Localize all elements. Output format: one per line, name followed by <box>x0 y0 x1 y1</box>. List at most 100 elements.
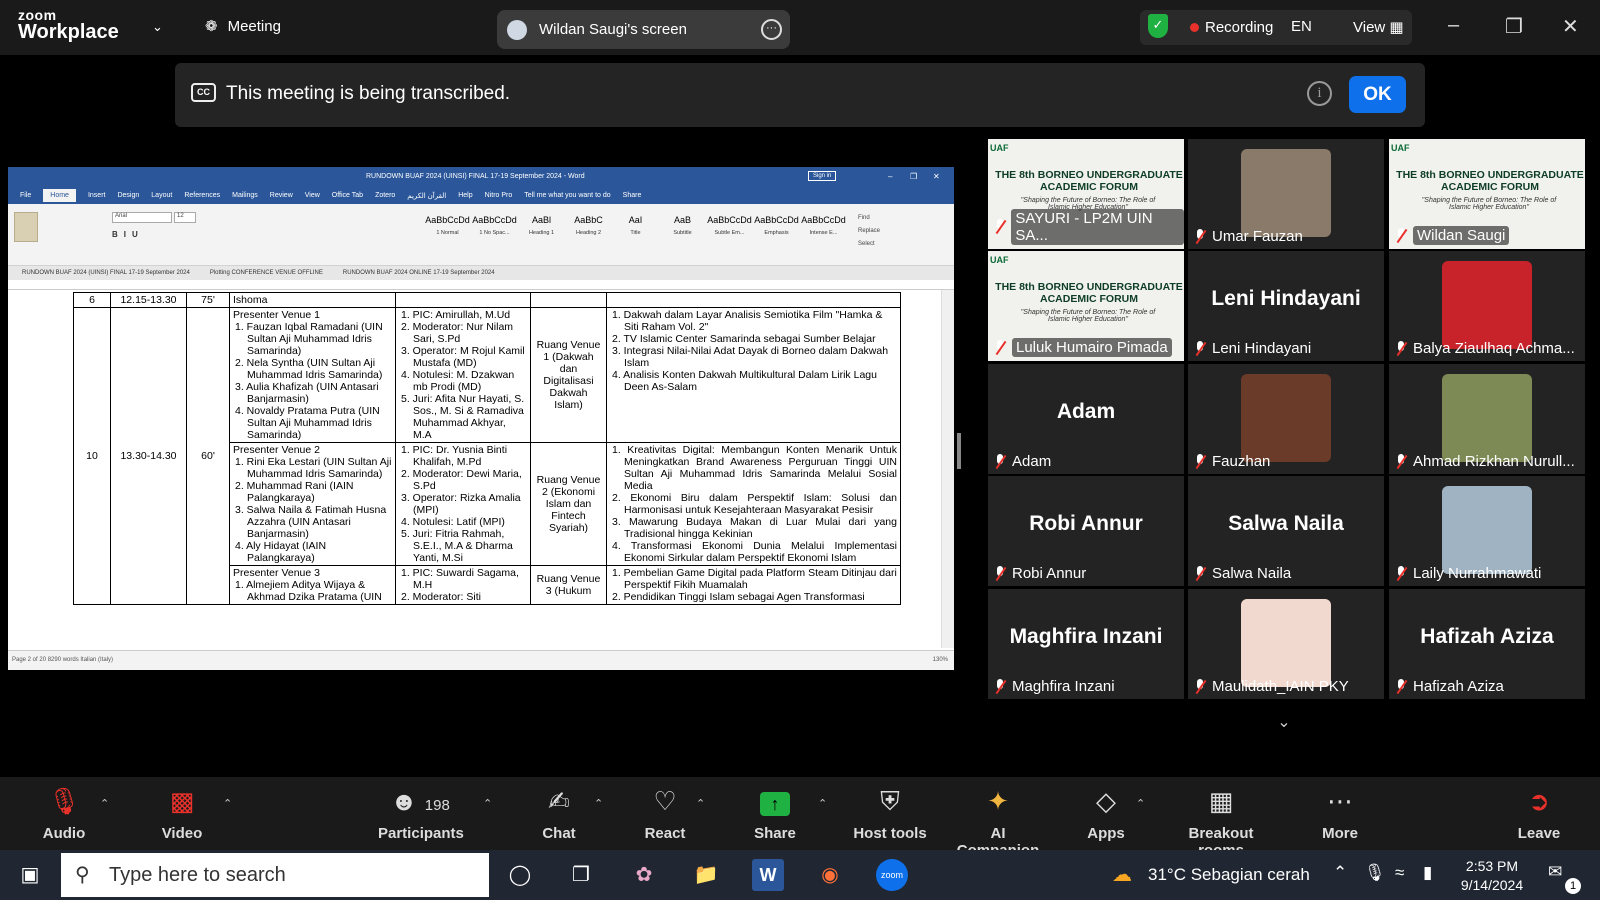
word-tab[interactable]: Home <box>43 189 76 202</box>
word-tab[interactable]: Review <box>270 192 293 199</box>
font-family-select[interactable]: Arial <box>112 212 172 223</box>
sign-in-button[interactable]: Sign in <box>808 171 837 181</box>
taskbar-search[interactable]: ⚲ Type here to search <box>61 853 489 897</box>
word-tab[interactable]: Office Tab <box>332 192 363 199</box>
notification-icon[interactable]: ✉ <box>1548 862 1562 882</box>
style-item[interactable]: AaBbCcDd Intense E... <box>800 210 847 242</box>
style-item[interactable]: AaBbCcDd 1 Normal <box>424 210 471 242</box>
wifi-icon[interactable]: ≈ <box>1395 863 1404 883</box>
cortana-icon[interactable]: ◯ <box>504 859 536 891</box>
style-item[interactable]: AaBbCcDd Subtle Em... <box>706 210 753 242</box>
apps-button[interactable]: ◇ Apps <box>1086 777 1126 850</box>
participant-tile[interactable]: Robi Annur Robi Annur <box>988 476 1184 586</box>
style-item[interactable]: AaBl Heading 1 <box>518 210 565 242</box>
ok-button[interactable]: OK <box>1349 76 1406 113</box>
share-button[interactable]: ↑ Share <box>752 777 798 850</box>
document-tab[interactable]: RUNDOWN BUAF 2024 ONLINE 17-19 September… <box>343 270 495 276</box>
word-tab[interactable]: القرآن الكريم <box>407 192 446 200</box>
task-view-icon[interactable]: ❐ <box>565 859 597 891</box>
app-icon[interactable]: ✿ <box>628 859 660 891</box>
word-tab[interactable]: Design <box>117 192 139 199</box>
style-item[interactable]: AaB Subtitle <box>659 210 706 242</box>
select-button[interactable]: Select <box>858 238 880 251</box>
share-options-caret[interactable]: ⌃ <box>818 797 827 810</box>
word-tab[interactable]: File <box>20 192 31 199</box>
minimize-icon[interactable]: – <box>1448 14 1459 37</box>
close-icon[interactable]: ✕ <box>1562 14 1579 39</box>
ai-companion-button[interactable]: ✦AI Companion <box>948 777 1048 859</box>
style-item[interactable]: AaI Title <box>612 210 659 242</box>
word-tab[interactable]: References <box>184 192 220 199</box>
participant-tile[interactable]: Fauzhan <box>1188 364 1384 474</box>
word-tab[interactable]: Nitro Pro <box>485 192 513 199</box>
zoom-level[interactable]: 130% <box>933 657 948 663</box>
paste-icon[interactable] <box>14 212 38 242</box>
style-item[interactable]: AaBbC Heading 2 <box>565 210 612 242</box>
more-button[interactable]: ⋯ More <box>1320 777 1360 850</box>
participant-tile[interactable]: Laily Nurrahmawati <box>1389 476 1585 586</box>
chat-button[interactable]: ✍ Chat <box>535 777 583 850</box>
clock[interactable]: 2:53 PM 9/14/2024 <box>1457 857 1527 895</box>
react-options-caret[interactable]: ⌃ <box>696 797 705 810</box>
info-icon[interactable]: i <box>1307 81 1332 106</box>
word-close-icon[interactable]: ✕ <box>933 172 940 181</box>
leave-button[interactable]: ➲ Leave <box>1517 777 1561 850</box>
breakout-rooms-button[interactable]: ▦Breakout rooms <box>1166 777 1276 859</box>
participant-tile[interactable]: Maghfira Inzani Maghfira Inzani <box>988 589 1184 699</box>
vertical-scrollbar[interactable] <box>941 290 954 648</box>
word-tab[interactable]: Help <box>458 192 472 199</box>
find-button[interactable]: Find <box>858 212 880 225</box>
document-tab[interactable]: Plotting CONFERENCE VENUE OFFLINE <box>210 270 323 276</box>
word-restore-icon[interactable]: ❐ <box>910 172 917 181</box>
video-options-caret[interactable]: ⌃ <box>223 797 232 810</box>
splitter-handle[interactable] <box>957 433 961 469</box>
screen-share-pill[interactable]: Wildan Saugi's screen ··· <box>497 10 790 49</box>
participant-tile[interactable]: Salwa Naila Salwa Naila <box>1188 476 1384 586</box>
zoom-app-icon[interactable]: zoom <box>876 859 908 891</box>
audio-button[interactable]: 🎙 Audio <box>38 777 90 850</box>
participant-tile[interactable]: UAF THE 8th BORNEO UNDERGRADUATE ACADEMIC… <box>988 139 1184 249</box>
participant-tile[interactable]: Maulidath_IAIN PKY <box>1188 589 1384 699</box>
participant-tile[interactable]: UAF THE 8th BORNEO UNDERGRADUATE ACADEMIC… <box>988 251 1184 361</box>
participant-tile[interactable]: Balya Ziaulhaq Achma... <box>1389 251 1585 361</box>
windows-start-icon[interactable]: ▣ <box>14 859 46 891</box>
language-button[interactable]: EN <box>1291 18 1312 35</box>
participant-tile[interactable]: Hafizah Aziza Hafizah Aziza <box>1389 589 1585 699</box>
meeting-menu[interactable]: ❁ Meeting <box>205 17 281 36</box>
battery-icon[interactable]: ▮ <box>1423 863 1432 883</box>
word-minimize-icon[interactable]: – <box>888 172 892 181</box>
participant-tile[interactable]: Umar Fauzan <box>1188 139 1384 249</box>
participants-options-caret[interactable]: ⌃ <box>483 797 492 810</box>
react-button[interactable]: ♡ React <box>640 777 690 850</box>
word-icon[interactable]: W <box>752 859 784 891</box>
style-item[interactable]: AaBbCcDd 1 No Spac... <box>471 210 518 242</box>
word-tab[interactable]: Zotero <box>375 192 395 199</box>
word-tab[interactable]: Mailings <box>232 192 258 199</box>
chevron-down-icon[interactable]: ⌄ <box>1274 712 1294 732</box>
participant-tile[interactable]: UAF THE 8th BORNEO UNDERGRADUATE ACADEMIC… <box>1389 139 1585 249</box>
security-shield-icon[interactable]: ✓ <box>1148 14 1168 38</box>
restore-icon[interactable]: ❐ <box>1505 14 1523 39</box>
participants-button[interactable]: ☻ 198 Participants <box>378 777 464 850</box>
participant-tile[interactable]: Ahmad Rizkhan Nurull... <box>1389 364 1585 474</box>
word-tab[interactable]: View <box>305 192 320 199</box>
microphone-icon[interactable]: 🎙 <box>1364 863 1386 883</box>
style-item[interactable]: AaBbCcDd Emphasis <box>753 210 800 242</box>
host-tools-button[interactable]: ⛨ Host tools <box>852 777 928 850</box>
file-explorer-icon[interactable]: 📁 <box>690 859 722 891</box>
participant-tile[interactable]: Adam Adam <box>988 364 1184 474</box>
recording-indicator[interactable]: Recording <box>1190 19 1273 36</box>
participant-tile[interactable]: Leni Hindayani Leni Hindayani <box>1188 251 1384 361</box>
video-button[interactable]: ▩ Video <box>156 777 208 850</box>
word-tab[interactable]: Share <box>623 192 642 199</box>
firefox-icon[interactable]: ◉ <box>814 859 846 891</box>
document-tab[interactable]: RUNDOWN BUAF 2024 (UINSI) FINAL 17-19 Se… <box>22 270 190 276</box>
apps-options-caret[interactable]: ⌃ <box>1136 797 1145 810</box>
chat-options-caret[interactable]: ⌃ <box>594 797 603 810</box>
format-buttons[interactable]: BIU <box>112 230 144 239</box>
word-tab[interactable]: Layout <box>151 192 172 199</box>
font-size-select[interactable]: 12 <box>174 212 196 223</box>
word-tab[interactable]: Tell me what you want to do <box>524 192 610 199</box>
word-tab[interactable]: Insert <box>88 192 106 199</box>
replace-button[interactable]: Replace <box>858 225 880 238</box>
